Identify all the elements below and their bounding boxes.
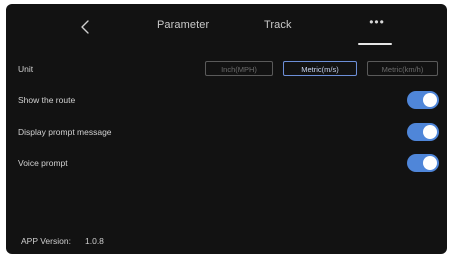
unit-option-metric-ms[interactable]: Metric(m/s) (283, 61, 357, 76)
show-route-toggle[interactable] (407, 91, 439, 109)
settings-screen: Parameter Track ••• Unit Inch(MPH) Metri… (6, 4, 447, 254)
tab-track[interactable]: Track (264, 19, 292, 31)
app-version-value: 1.0.8 (85, 236, 104, 246)
tab-more[interactable]: ••• (362, 15, 392, 29)
voice-prompt-toggle[interactable] (407, 154, 439, 172)
toggle-knob (423, 156, 437, 170)
unit-option-inch-mph[interactable]: Inch(MPH) (205, 61, 273, 76)
active-tab-indicator (358, 43, 392, 45)
unit-label: Unit (18, 64, 34, 74)
tab-parameter[interactable]: Parameter (157, 19, 209, 31)
app-version-label: APP Version: (21, 236, 71, 246)
display-prompt-toggle[interactable] (407, 123, 439, 141)
unit-option-metric-kmh[interactable]: Metric(km/h) (367, 61, 438, 76)
show-route-label: Show the route (18, 95, 76, 105)
back-button[interactable] (76, 17, 96, 37)
toggle-knob (423, 125, 437, 139)
top-navigation-bar: Parameter Track ••• (6, 4, 447, 50)
chevron-left-icon (81, 20, 89, 34)
display-prompt-label: Display prompt message (18, 127, 112, 137)
toggle-knob (423, 93, 437, 107)
voice-prompt-label: Voice prompt (18, 158, 68, 168)
